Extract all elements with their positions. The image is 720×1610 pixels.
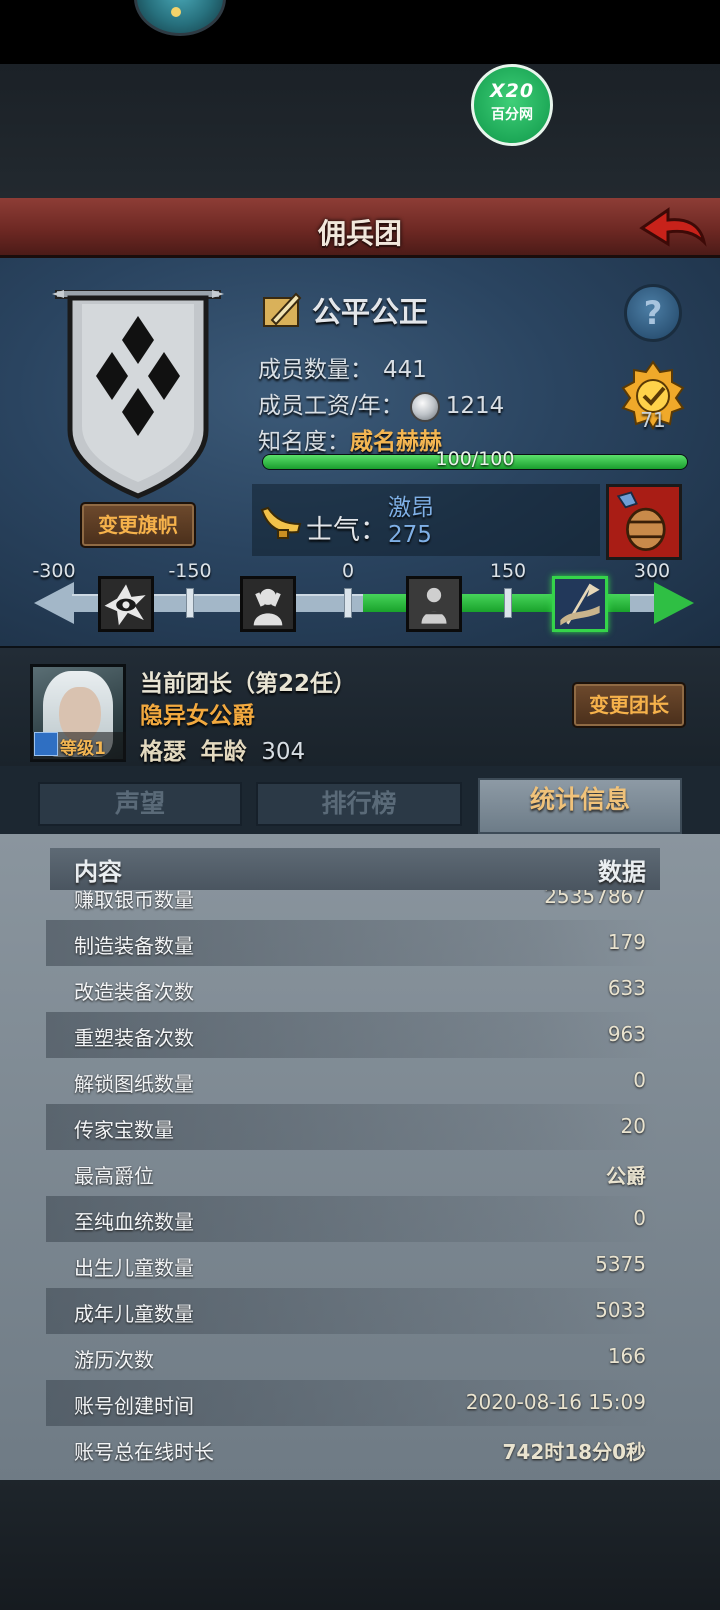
silver-coin-icon [409,391,440,422]
scale-left-arrow [34,582,74,624]
stats-row-label: 账号总在线时长 [74,1440,214,1464]
war-horn-icon [260,506,302,539]
stats-row-label: 重塑装备次数 [74,1026,194,1050]
leader-name: 隐异女公爵 [140,703,255,729]
stats-row-value: 5375 [595,1252,646,1276]
stats-row: 游历次数 166 [0,1334,720,1380]
title-bar: 佣兵团 [0,198,720,258]
morale-scale: -300 -150 0 150 300 [30,560,698,634]
stats-row-value: 20 [620,1114,646,1138]
policy-row: 公平公正 [262,290,428,330]
stats-row-value: 166 [607,1344,646,1368]
top-status-area [0,0,720,64]
rally-flag-icon[interactable] [552,576,608,632]
stats-header-content: 内容 [74,858,122,886]
morale-label: 士气： [306,515,387,546]
stats-header-data: 数据 [598,858,646,886]
stats-row-value: 2020-08-16 15:09 [465,1390,646,1414]
leader-level: 等级1 [60,739,106,759]
stats-row-label: 最高爵位 [74,1164,154,1188]
change-flag-button[interactable]: 变更旗帜 [80,502,196,548]
stats-row-value: 179 [607,930,646,954]
stats-row-value: 963 [607,1022,646,1046]
stats-row-value: 0 [633,1206,646,1230]
stats-row: 最高爵位 公爵 [0,1150,720,1196]
scale-tick [186,588,194,618]
stats-row: 账号创建时间 2020-08-16 15:09 [0,1380,720,1426]
stats-row-value: 742时18分0秒 [502,1440,647,1464]
help-button[interactable]: ? [624,284,682,342]
morale-value: 275 [388,522,432,548]
stats-row-value: 633 [607,976,646,1000]
stats-row-label: 解锁图纸数量 [74,1072,194,1096]
fame-progress-text: 100/100 [435,448,515,470]
stats-row: 成年儿童数量 5033 [0,1288,720,1334]
stats-row-label: 至纯血统数量 [74,1210,194,1234]
back-arrow-icon[interactable] [638,204,708,252]
quill-scroll-icon [263,292,302,327]
stats-row: 传家宝数量 20 [0,1104,720,1150]
stats-row-value: 5033 [595,1298,646,1322]
stats-row-label: 成年儿童数量 [74,1302,194,1326]
ale-barrel-icon[interactable] [606,484,682,560]
stats-row-label: 赚取银币数量 [74,890,194,912]
stats-list-inner: 赚取银币数量 25357867 制造装备数量 179 改造装备次数 633 重塑装备次数 96… [0,890,720,1472]
page-title: 佣兵团 [317,217,402,250]
watermark-logo: X20 百分网 [471,64,553,146]
leader-age-label: 年龄 [200,739,247,765]
stats-row-label: 出生儿童数量 [74,1256,194,1280]
scale-tick [344,588,352,618]
stats-row-label: 制造装备数量 [74,934,194,958]
stats-row-label: 传家宝数量 [74,1118,174,1142]
scale-tick-label: 150 [489,560,527,582]
stats-row-value: 公爵 [606,1164,646,1188]
leader-race: 格瑟 [140,739,186,765]
stats-row: 赚取银币数量 25357867 [0,890,720,920]
tab-reputation[interactable]: 声望 [38,782,242,826]
stats-row: 重塑装备次数 963 [0,1012,720,1058]
scale-tick-label: 300 [633,560,671,582]
stats-row-value: 0 [633,1068,646,1092]
sword-icon [34,732,58,756]
top-dark-band [0,64,720,198]
leader-info: 格瑟 年龄 304 [140,732,305,766]
stats-list[interactable]: 赚取银币数量 25357867 制造装备数量 179 改造装备次数 633 重塑装备次数 96… [0,890,720,1480]
leader-title: 当前团长（第22任） [140,671,357,697]
wage-line: 成员工资/年： 1214 [258,386,504,422]
stats-row: 账号总在线时长 742时18分0秒 [0,1426,720,1472]
stats-row: 至纯血统数量 0 [0,1196,720,1242]
tab-leaderboard[interactable]: 排行榜 [256,782,462,826]
tab-statistics[interactable]: 统计信息 [478,778,682,834]
policy-text: 公平公正 [312,295,429,329]
stats-row: 改造装备次数 633 [0,966,720,1012]
stats-row-label: 账号创建时间 [74,1394,194,1418]
guild-banner-icon [52,290,224,499]
scale-right-arrow [654,582,694,624]
stats-table-header [50,848,660,890]
question-icon: ? [643,294,663,332]
scale-tick-label: -150 [168,560,212,582]
stats-row: 制造装备数量 179 [0,920,720,966]
scale-tick-label: -300 [32,560,76,582]
bottom-dark-area [0,1480,720,1610]
stats-row: 出生儿童数量 5375 [0,1242,720,1288]
scale-tick-label: 0 [341,560,355,582]
stats-row-label: 改造装备次数 [74,980,194,1004]
stats-row-label: 游历次数 [74,1348,154,1372]
despair-icon[interactable] [240,576,296,632]
leader-age-value: 304 [261,739,306,765]
stats-row-value: 25357867 [544,890,646,908]
scale-tick [504,588,512,618]
stats-row: 解锁图纸数量 0 [0,1058,720,1104]
members-line: 成员数量： 441 [258,357,427,383]
change-leader-button[interactable]: 变更团长 [572,682,686,728]
morale-state: 激昂 [388,495,434,521]
calm-figure-icon[interactable] [406,576,462,632]
evil-eye-icon[interactable] [98,576,154,632]
medal-count: 71 [640,408,666,432]
